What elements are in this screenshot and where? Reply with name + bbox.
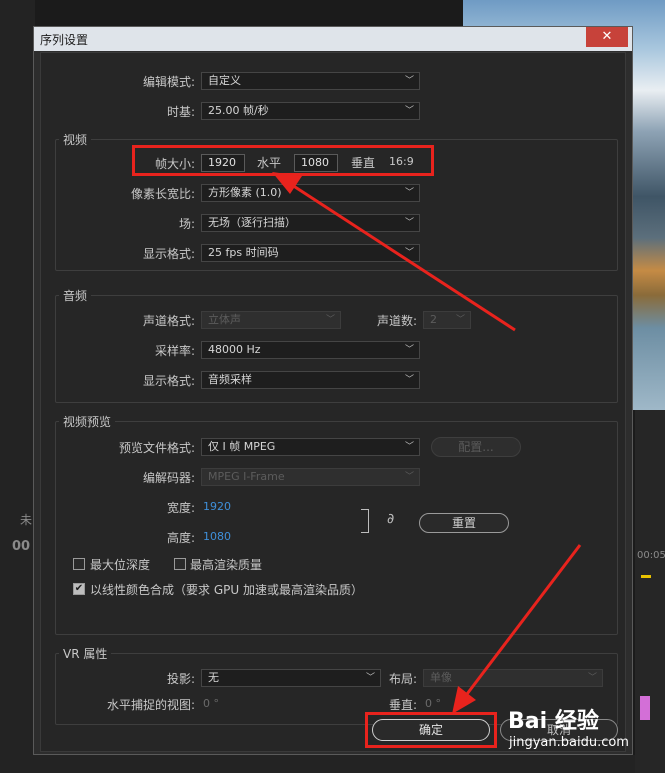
annotation-arrows — [272, 172, 582, 714]
watermark-url: jingyan.baidu.com — [509, 735, 629, 750]
arrow-to-ok — [452, 544, 582, 714]
watermark-brand: Bai 经验 — [508, 709, 599, 734]
arrow-to-frame-size — [272, 172, 516, 332]
